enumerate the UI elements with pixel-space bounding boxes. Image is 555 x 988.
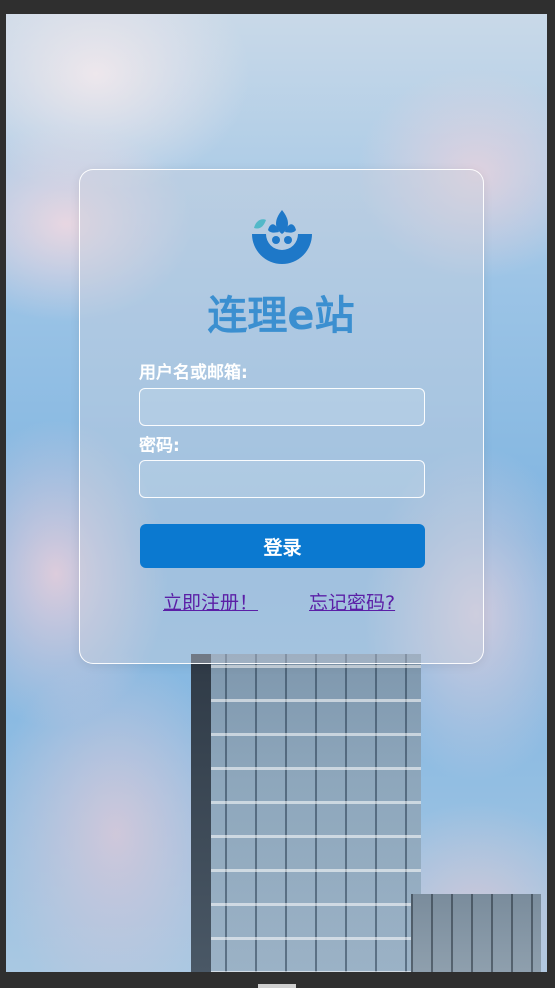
forgot-password-link[interactable]: 忘记密码? <box>309 590 395 616</box>
home-indicator <box>258 984 296 988</box>
background-low-building <box>411 894 541 972</box>
background-photo: 连理e站 用户名或邮箱: 密码: 登录 立即注册！ 忘记密码? <box>6 14 547 972</box>
password-label: 密码: <box>139 436 180 456</box>
username-input[interactable] <box>139 388 425 426</box>
app-frame: 连理e站 用户名或邮箱: 密码: 登录 立即注册！ 忘记密码? <box>0 0 555 988</box>
password-input[interactable] <box>139 460 425 498</box>
register-link[interactable]: 立即注册！ <box>163 590 258 616</box>
login-button[interactable]: 登录 <box>140 524 425 568</box>
lotus-logo-icon <box>252 210 312 264</box>
login-card: 连理e站 用户名或邮箱: 密码: 登录 立即注册！ 忘记密码? <box>79 169 484 664</box>
background-building <box>191 654 421 972</box>
site-title: 连理e站 <box>207 293 355 339</box>
username-label: 用户名或邮箱: <box>139 363 248 383</box>
background-building-edge <box>191 654 211 972</box>
